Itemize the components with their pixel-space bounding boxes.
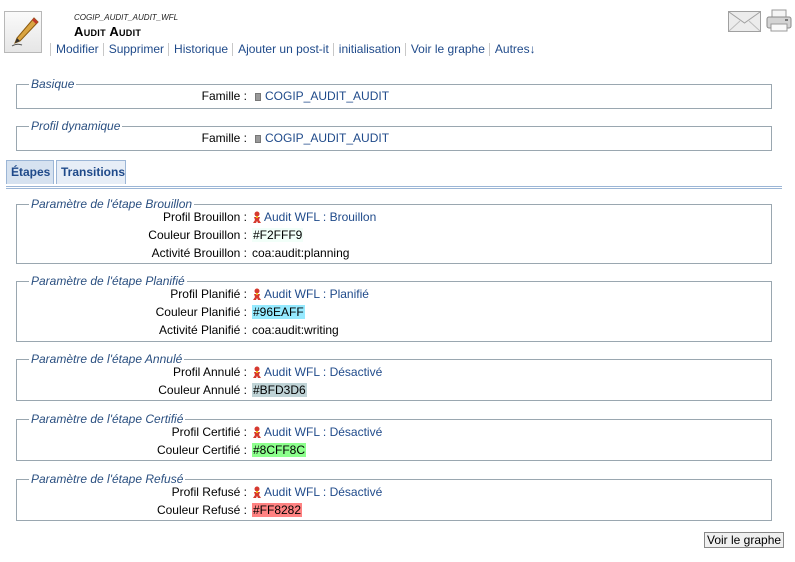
step-planifie: Paramètre de l'étape Planifié Profil Pla…	[16, 274, 772, 342]
document-icon	[4, 11, 42, 53]
tab-bar: Étapes Transitions	[6, 160, 782, 189]
menu-modifier[interactable]: Modifier	[50, 43, 103, 56]
activite-label: Activité Planifié :	[158, 323, 247, 337]
couleur-swatch: #F2FFF9	[252, 228, 304, 242]
document-code: COGIP_AUDIT_AUDIT_WFL	[74, 13, 179, 22]
document-title: Audit Audit	[74, 24, 142, 39]
famille-label: Famille :	[201, 89, 247, 103]
famille-link[interactable]: COGIP_AUDIT_AUDIT	[265, 131, 389, 145]
step-refuse: Paramètre de l'étape Refusé Profil Refus…	[16, 472, 772, 521]
couleur-swatch: #8CFF8C	[252, 443, 307, 457]
profil-value: Audit WFL : Désactivé	[252, 363, 382, 383]
activite-row: Activité Brouillon : coa:audit:planning	[17, 244, 771, 262]
activite-row: Activité Planifié : coa:audit:writing	[17, 321, 771, 339]
step-annule: Paramètre de l'étape Annulé Profil Annul…	[16, 352, 772, 401]
activite-value: coa:audit:writing	[252, 323, 339, 337]
section-basique: Basique Famille : COGIP_AUDIT_AUDIT	[16, 77, 772, 109]
profil-value: Audit WFL : Désactivé	[252, 423, 382, 443]
menu-supprimer[interactable]: Supprimer	[102, 43, 168, 56]
couleur-label: Couleur Brouillon :	[148, 228, 247, 242]
profil-label: Profil Certifié :	[171, 425, 247, 439]
family-icon	[255, 93, 261, 101]
profil-row: Profil Brouillon : Audit WFL : Brouillon	[17, 208, 771, 226]
profil-value: Audit WFL : Planifié	[252, 285, 369, 305]
couleur-row: Couleur Planifié : #96EAFF	[17, 303, 771, 321]
section-profil-dynamique: Profil dynamique Famille : COGIP_AUDIT_A…	[16, 119, 772, 151]
couleur-row: Couleur Brouillon : #F2FFF9	[17, 226, 771, 244]
menu-initialisation[interactable]: initialisation	[332, 43, 405, 56]
document-header: COGIP_AUDIT_AUDIT_WFL Audit Audit Modifi…	[0, 0, 795, 66]
profil-row: Profil Planifié : Audit WFL : Planifié	[17, 285, 771, 303]
profil-value: Audit WFL : Brouillon	[252, 208, 376, 228]
profil-row: Profil Certifié : Audit WFL : Désactivé	[17, 423, 771, 441]
profil-row: Profil Refusé : Audit WFL : Désactivé	[17, 483, 771, 501]
profil-label: Profil Brouillon :	[162, 210, 247, 224]
profil-link[interactable]: Audit WFL : Planifié	[264, 287, 369, 301]
document-menu: Modifier Supprimer Historique Ajouter un po…	[50, 42, 540, 56]
profil-link[interactable]: Audit WFL : Brouillon	[264, 210, 376, 224]
print-icon[interactable]	[766, 9, 792, 36]
profil-value: Audit WFL : Désactivé	[252, 483, 382, 503]
profil-link[interactable]: Audit WFL : Désactivé	[264, 365, 382, 379]
tab-transitions[interactable]: Transitions	[56, 160, 126, 184]
famille-value: COGIP_AUDIT_AUDIT	[252, 129, 389, 147]
couleur-label: Couleur Refusé :	[156, 503, 247, 517]
couleur-swatch: #FF8282	[252, 503, 303, 517]
profil-label: Profil Planifié :	[170, 287, 247, 301]
family-icon	[255, 135, 261, 143]
couleur-value-wrap: #FF8282	[252, 501, 303, 519]
menu-autres[interactable]: Autres↓	[488, 43, 540, 56]
menu-historique[interactable]: Historique	[168, 43, 232, 56]
couleur-label: Couleur Planifié :	[155, 305, 247, 319]
couleur-label: Couleur Annulé :	[158, 383, 247, 397]
step-certifie: Paramètre de l'étape Certifié Profil Cer…	[16, 412, 772, 461]
famille-link[interactable]: COGIP_AUDIT_AUDIT	[265, 89, 389, 103]
couleur-swatch: #BFD3D6	[252, 383, 307, 397]
couleur-swatch: #96EAFF	[252, 305, 305, 319]
famille-label: Famille :	[201, 131, 247, 145]
couleur-value-wrap: #96EAFF	[252, 303, 305, 321]
couleur-value-wrap: #F2FFF9	[252, 226, 304, 244]
menu-ajouter-post-it[interactable]: Ajouter un post-it	[232, 43, 333, 56]
menu-voir-graphe[interactable]: Voir le graphe	[404, 43, 489, 56]
couleur-row: Couleur Refusé : #FF8282	[17, 501, 771, 519]
activite-value: coa:audit:planning	[252, 246, 350, 260]
profil-label: Profil Annulé :	[172, 365, 247, 379]
famille-value: COGIP_AUDIT_AUDIT	[252, 87, 389, 105]
mail-icon[interactable]	[727, 9, 761, 36]
profil-link[interactable]: Audit WFL : Désactivé	[264, 425, 382, 439]
step-brouillon: Paramètre de l'étape Brouillon Profil Br…	[16, 197, 772, 264]
activite-label: Activité Brouillon :	[151, 246, 247, 260]
famille-row: Famille : COGIP_AUDIT_AUDIT	[17, 87, 771, 105]
voir-graphe-button[interactable]: Voir le graphe	[704, 532, 785, 548]
profil-label: Profil Refusé :	[171, 485, 247, 499]
famille-row: Famille : COGIP_AUDIT_AUDIT	[17, 129, 771, 147]
couleur-row: Couleur Certifié : #8CFF8C	[17, 441, 771, 459]
profil-link[interactable]: Audit WFL : Désactivé	[264, 485, 382, 499]
top-icons	[727, 9, 792, 36]
couleur-row: Couleur Annulé : #BFD3D6	[17, 381, 771, 399]
couleur-value-wrap: #8CFF8C	[252, 441, 307, 459]
couleur-value-wrap: #BFD3D6	[252, 381, 307, 399]
profil-row: Profil Annulé : Audit WFL : Désactivé	[17, 363, 771, 381]
couleur-label: Couleur Certifié :	[156, 443, 247, 457]
tab-etapes[interactable]: Étapes	[6, 160, 54, 184]
